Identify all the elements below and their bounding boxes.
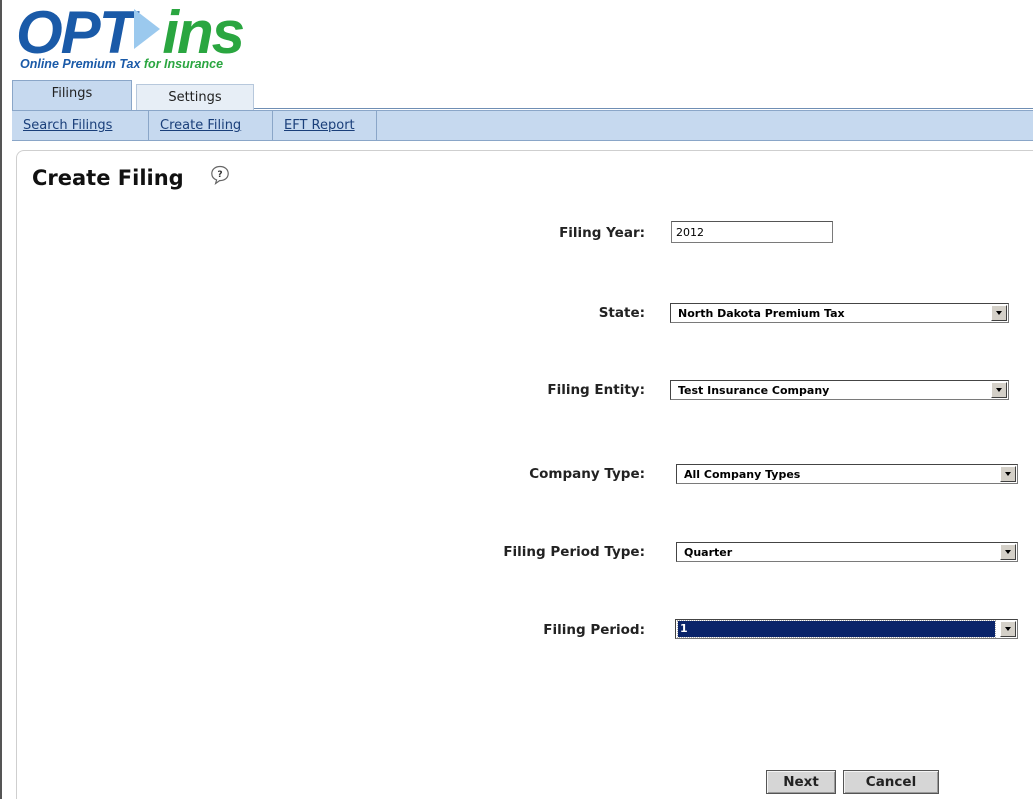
logo-tagline-for: for Insurance [143, 57, 224, 71]
logo-tagline: Online Premium Tax for Insurance [20, 57, 223, 71]
filing-entity-select[interactable]: Test Insurance Company [670, 380, 1009, 400]
company-type-select-value: All Company Types [684, 468, 801, 481]
state-label: State: [598, 305, 645, 321]
tab-filings[interactable]: Filings [12, 80, 132, 110]
tab-settings[interactable]: Settings [136, 84, 254, 110]
sub-navigation: Search Filings Create Filing EFT Report [12, 110, 1033, 141]
create-filing-link[interactable]: Create Filing [149, 111, 273, 140]
logo-wordmark: OPT ins [16, 2, 245, 64]
company-type-label: Company Type: [529, 466, 645, 482]
filing-year-label: Filing Year: [559, 225, 645, 241]
logo-play-icon [134, 9, 161, 49]
chevron-down-icon[interactable] [991, 305, 1007, 321]
page-title: Create Filing [32, 166, 184, 190]
filing-period-label: Filing Period: [543, 622, 645, 638]
app-window: OPT ins Online Premium Tax for Insurance … [0, 0, 1033, 799]
logo-tagline-main: Online Premium Tax [20, 57, 141, 71]
search-filings-link[interactable]: Search Filings [12, 111, 149, 140]
filing-period-type-select[interactable]: Quarter [676, 542, 1018, 562]
filing-year-input[interactable]: 2012 [671, 221, 833, 243]
filing-entity-label: Filing Entity: [547, 382, 645, 398]
tab-divider [254, 108, 1033, 109]
main-tabs: Filings Settings [12, 80, 1033, 110]
filing-period-select[interactable]: 1 [675, 619, 1018, 639]
help-question-icon[interactable]: ? [210, 165, 230, 185]
state-select-value: North Dakota Premium Tax [678, 307, 845, 320]
chevron-down-icon[interactable] [1000, 544, 1016, 560]
state-select[interactable]: North Dakota Premium Tax [670, 303, 1009, 323]
chevron-down-icon[interactable] [991, 382, 1007, 398]
filing-entity-select-value: Test Insurance Company [678, 384, 830, 397]
eft-report-link[interactable]: EFT Report [273, 111, 377, 140]
filing-period-type-select-value: Quarter [684, 546, 733, 559]
next-button[interactable]: Next [766, 770, 836, 794]
filing-period-select-value: 1 [677, 620, 996, 638]
chevron-down-icon[interactable] [1000, 621, 1016, 637]
cancel-button[interactable]: Cancel [843, 770, 939, 794]
company-type-select[interactable]: All Company Types [676, 464, 1018, 484]
filing-period-type-label: Filing Period Type: [503, 544, 645, 560]
chevron-down-icon[interactable] [1000, 466, 1016, 482]
optins-logo: OPT ins Online Premium Tax for Insurance [16, 2, 256, 82]
svg-text:?: ? [217, 170, 222, 180]
